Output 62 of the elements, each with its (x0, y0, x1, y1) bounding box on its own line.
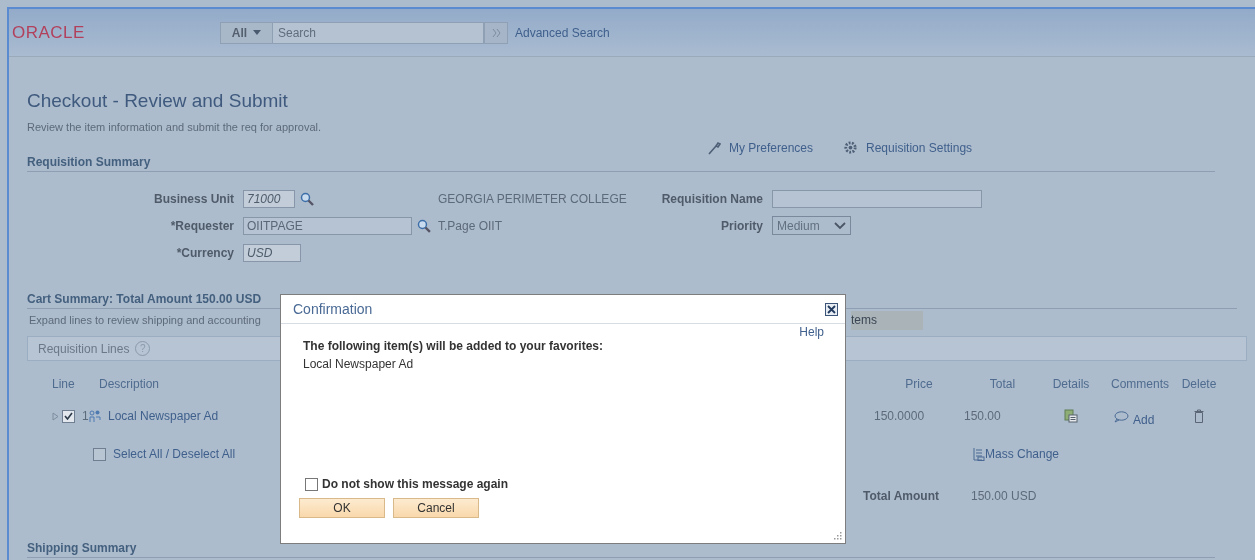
field-label: Priority (720, 218, 763, 233)
field-description: T.Page OIIT (438, 218, 503, 233)
section-heading: Requisition Summary (27, 155, 1215, 172)
input-field[interactable]: OIITPAGE (243, 216, 413, 235)
checkmark-icon (64, 412, 73, 420)
trash-icon[interactable] (1194, 409, 1204, 423)
add-comment-link[interactable]: Add (1133, 413, 1155, 427)
page-title: Checkout - Review and Submit (27, 90, 289, 112)
field-label: *Currency (175, 245, 234, 260)
people-icon (89, 410, 101, 422)
speech-bubble-icon[interactable] (1113, 411, 1129, 423)
select-all-link[interactable]: Select All / Deselect All (113, 447, 236, 461)
column-header: Delete (1180, 377, 1218, 391)
total-cell-text: 150.00 (964, 409, 1002, 423)
field-description: GEORGIA PERIMETER COLLEGE (438, 191, 627, 206)
field-label: Business Unit (153, 191, 234, 206)
caret-icon (253, 30, 262, 35)
mass-change-link[interactable]: Mass Change (985, 447, 1060, 461)
gear-icon[interactable] (843, 140, 859, 155)
help-link[interactable]: Help (799, 325, 824, 339)
advanced-search-link[interactable]: Advanced Search (515, 25, 610, 40)
checkbox[interactable] (62, 409, 75, 423)
checkbox[interactable] (93, 447, 106, 461)
checkbox-label: Do not show this message again (322, 477, 509, 491)
column-header: Details (1051, 377, 1091, 391)
search-field[interactable]: Search (273, 21, 484, 44)
section-title: Requisition Lines (38, 341, 130, 356)
dialog-message: The following item(s) will be added to your favorites: (303, 339, 605, 353)
toolbar-link[interactable]: My Preferences (729, 141, 814, 155)
column-header: Price (904, 377, 934, 391)
search-scope-dropdown[interactable]: All (220, 21, 273, 44)
wrench-icon[interactable] (707, 141, 721, 155)
input-field[interactable] (772, 189, 982, 208)
oracle-logo: ORACLE (12, 23, 86, 42)
price-cell-text: 150.0000 (874, 409, 926, 423)
line-number: 1 (82, 409, 89, 423)
priority-dropdown[interactable]: Medium (772, 216, 851, 235)
field-label: *Requester (169, 218, 234, 233)
close-icon[interactable] (825, 302, 838, 316)
item-description-link[interactable]: Local Newspaper Ad (108, 409, 219, 423)
total-label: Total Amount (863, 489, 940, 503)
field-label: Requisition Name (660, 191, 763, 206)
double-chevron-icon (491, 28, 501, 37)
dialog-button[interactable]: OK (299, 498, 385, 518)
cart-action-button[interactable]: tems (851, 310, 923, 330)
search-icon[interactable] (417, 218, 431, 233)
column-header: Comments (1110, 377, 1170, 391)
dialog-button[interactable]: Cancel (393, 498, 479, 518)
resize-grip-icon[interactable] (834, 532, 842, 540)
column-header: Total (988, 377, 1017, 391)
toolbar-link[interactable]: Requisition Settings (866, 141, 973, 155)
column-header: Description (99, 377, 161, 391)
favorite-item: Local Newspaper Ad (303, 357, 415, 371)
details-document-icon[interactable] (1064, 409, 1078, 423)
checkbox[interactable] (305, 477, 318, 491)
expand-triangle-icon[interactable] (52, 411, 59, 421)
cart-instructions: Expand lines to review shipping and accounting (28, 314, 262, 326)
chevron-down-icon (833, 221, 846, 230)
page-instructions: Review the item information and submit the req for approval. (27, 121, 323, 133)
total-value: 150.00 USD (971, 489, 1037, 503)
column-header: Line (52, 377, 76, 391)
mass-change-icon[interactable] (971, 447, 985, 461)
